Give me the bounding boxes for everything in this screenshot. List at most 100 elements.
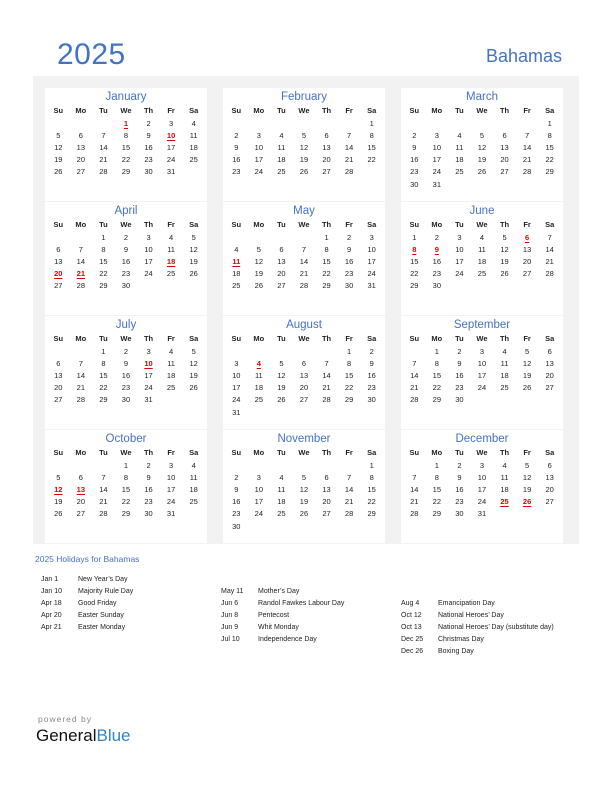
day-cell: 22: [410, 269, 419, 279]
day-cell: 9: [369, 358, 374, 368]
day-cell: 5: [191, 346, 196, 356]
day-cell: 5: [525, 346, 530, 356]
day-cell: 28: [99, 167, 108, 177]
day-cell: 27: [54, 281, 63, 291]
empty-cell: [471, 280, 494, 292]
weekday-header: Su: [53, 334, 64, 343]
day-cell: 27: [76, 509, 86, 519]
weekday-header: Th: [143, 334, 154, 343]
year-title: 2025: [57, 38, 126, 71]
day-cell: 18: [232, 269, 241, 279]
day-cell: 12: [254, 256, 264, 266]
holiday-date: May 11: [221, 588, 244, 595]
day-cell: 18: [189, 142, 198, 152]
month-december: December Su Mo Tu We Th Fr Sa 1 2 3 4 5 6 7 8 9 10 11 12 13 1…: [401, 430, 563, 543]
month-table: Su Mo Tu We Th Fr Sa 1 2 3 4 5 6 7 8 9 10 11 12 13 14 15 16 17 1…: [225, 332, 383, 418]
month-table: Su Mo Tu We Th Fr Sa 1 2 3 4 5 6 7 8 9 10 11 12 13 14 15 16 17 1…: [47, 104, 205, 178]
empty-cell: [315, 117, 338, 129]
holiday-item: Jun 8 Pentecost: [221, 610, 344, 622]
day-cell: 17: [166, 484, 176, 494]
empty-cell: [516, 280, 539, 292]
day-cell: 26: [189, 269, 198, 279]
empty-cell: [270, 117, 293, 129]
day-cell: 8: [324, 244, 329, 254]
day-cell: 24: [166, 497, 176, 507]
day-cell: 19: [54, 497, 63, 507]
weekday-header: Fr: [523, 220, 531, 229]
month-april: April Su Mo Tu We Th Fr Sa 1 2 3 4 5 6 7 8 9 10 11 12 13 14 15…: [45, 202, 207, 315]
day-cell: 29: [432, 395, 442, 405]
day-cell: 26: [277, 395, 286, 405]
day-cell: 11: [167, 358, 175, 368]
week-row: 7 8 9 10 11 12 13: [403, 357, 561, 369]
day-cell: 10: [477, 472, 487, 482]
day-cell: 19: [299, 497, 309, 507]
day-cell: 21: [522, 155, 532, 165]
day-cell: 5: [502, 232, 507, 242]
day-cell: 12: [189, 358, 198, 368]
day-cell: 10: [477, 358, 487, 368]
holiday-day-cell: 8: [412, 244, 417, 254]
holiday-item: Oct 12 National Heroes’ Day: [401, 610, 554, 622]
weekday-header: Su: [231, 334, 242, 343]
empty-cell: [182, 508, 205, 520]
day-cell: 13: [277, 256, 286, 266]
empty-cell: [70, 345, 93, 357]
day-cell: 17: [254, 155, 264, 165]
day-cell: 13: [299, 370, 309, 380]
week-row: 20 21 22 23 24 25 26: [47, 382, 205, 394]
day-cell: 1: [101, 346, 106, 356]
day-cell: 7: [101, 472, 106, 482]
day-cell: 6: [324, 472, 329, 482]
day-cell: 25: [166, 383, 176, 393]
day-cell: 13: [322, 142, 331, 152]
empty-cell: [516, 178, 539, 190]
day-cell: 12: [522, 358, 532, 368]
weekday-header: Su: [409, 448, 420, 457]
month-table: Su Mo Tu We Th Fr Sa 1 2 3 4 5 6 7 8 9 10 11 12 13 14 15 16 17 1…: [47, 446, 205, 520]
day-cell: 13: [500, 142, 509, 152]
empty-cell: [182, 394, 205, 406]
day-cell: 14: [545, 244, 554, 254]
day-cell: 24: [144, 269, 153, 279]
month-table: Su Mo Tu We Th Fr Sa 1 2 3 4 5 6 7 8 9 10 11 12 13 14 15 16 17 1…: [403, 104, 561, 190]
weekday-header: Su: [409, 106, 420, 115]
holiday-item: Jan 10 Majority Rule Day: [41, 586, 133, 598]
week-row: 1: [225, 117, 383, 129]
week-row: 9 10 11 12 13 14 15: [403, 141, 561, 153]
week-row: 21 22 23 24 25 26 27: [403, 496, 561, 508]
day-cell: 22: [367, 497, 376, 507]
day-cell: 12: [522, 472, 532, 482]
weekday-header: Sa: [545, 448, 555, 457]
empty-cell: [248, 345, 271, 357]
day-cell: 6: [324, 130, 329, 140]
week-row: 6 7 8 9 10 11 12: [47, 357, 205, 369]
day-cell: 16: [455, 484, 464, 494]
week-row: 20 21 22 23 24 25 26: [47, 268, 205, 280]
holidays-title: 2025 Holidays for Bahamas: [35, 554, 140, 564]
day-cell: 24: [254, 509, 264, 519]
weekday-header: Th: [321, 448, 332, 457]
empty-cell: [70, 459, 93, 471]
day-cell: 11: [455, 142, 464, 152]
empty-cell: [538, 508, 561, 520]
day-cell: 18: [166, 370, 176, 380]
empty-cell: [248, 520, 271, 532]
day-cell: 8: [123, 472, 129, 482]
day-cell: 5: [56, 472, 61, 482]
empty-cell: [493, 280, 516, 292]
day-cell: 7: [101, 130, 106, 140]
month-table: Su Mo Tu We Th Fr Sa 1 2 3 4 5 6 7 8 9 10 11 12 13 14 15 16 17 1…: [403, 218, 561, 292]
weekday-header: We: [476, 106, 488, 115]
day-cell: 31: [477, 509, 487, 519]
day-cell: 17: [477, 484, 487, 494]
day-cell: 29: [344, 395, 354, 405]
day-cell: 20: [76, 497, 86, 507]
empty-cell: [47, 459, 70, 471]
week-row: 7 8 9 10 11 12 13: [403, 471, 561, 483]
holiday-name: National Heroes’ Day: [438, 612, 504, 619]
day-cell: 16: [232, 497, 241, 507]
week-row: 1 2 3 4 5 6: [403, 459, 561, 471]
month-july: July Su Mo Tu We Th Fr Sa 1 2 3 4 5 6 7 8 9 10 11 12 13 14 15 1…: [45, 316, 207, 429]
day-cell: 17: [367, 256, 376, 266]
